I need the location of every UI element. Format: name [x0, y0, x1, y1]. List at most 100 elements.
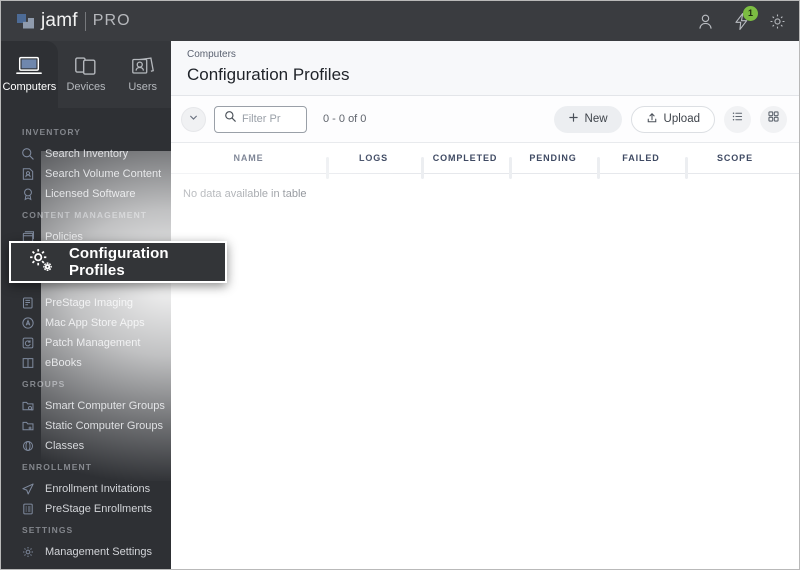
new-button-label: New	[584, 113, 608, 125]
clipboard-icon	[20, 502, 35, 517]
nav-group-enrollment-label: ENROLLMENT	[22, 462, 93, 472]
sidebar-item-ebooks[interactable]: eBooks	[1, 353, 171, 373]
license-badge-icon	[20, 187, 35, 202]
tab-computers[interactable]: Computers	[1, 41, 58, 108]
sidebar-item-static-computer-groups[interactable]: Static Computer Groups	[1, 416, 171, 436]
search-icon	[224, 110, 237, 128]
sidebar-item-label: Classes	[45, 440, 85, 452]
sidebar-item-label: Smart Computer Groups	[45, 400, 165, 412]
book-icon	[20, 356, 35, 371]
sidebar-item-label: Licensed Software	[45, 188, 136, 200]
upload-icon	[646, 112, 658, 127]
sidebar-item-patch-management[interactable]: Patch Management	[1, 333, 171, 353]
sidebar-item-smart-computer-groups[interactable]: Smart Computer Groups	[1, 396, 171, 416]
user-account-icon[interactable]	[696, 12, 715, 31]
jamf-pro-window: jamf PRO 1 Computers Devices Users INVEN…	[0, 0, 800, 570]
volume-content-icon	[20, 167, 35, 182]
patch-management-icon	[20, 336, 35, 351]
sidebar-item-label: Static Computer Groups	[45, 420, 163, 432]
brand-edition: PRO	[92, 12, 131, 29]
new-button[interactable]: New	[553, 105, 622, 133]
column-divider	[421, 157, 424, 179]
grid-view-button[interactable]	[760, 105, 787, 133]
search-input[interactable]	[242, 113, 297, 125]
content-toolbar: 0 - 0 of 0 New	[171, 96, 799, 143]
sidebar-context-tabs: Computers Devices Users	[1, 41, 171, 108]
jamf-pro-logo[interactable]: jamf PRO	[17, 10, 131, 32]
classes-icon	[20, 439, 35, 454]
notification-badge: 1	[743, 5, 758, 21]
prestage-imaging-icon	[20, 296, 35, 311]
column-header-name[interactable]: NAME	[171, 153, 326, 163]
column-divider	[509, 157, 512, 179]
app-store-icon	[20, 316, 35, 331]
table-empty-message: No data available in table	[183, 188, 307, 200]
upload-button[interactable]: Upload	[630, 105, 715, 133]
sidebar-item-label: PreStage Imaging	[45, 297, 134, 309]
settings-gear-icon[interactable]	[768, 12, 787, 31]
static-group-folder-icon	[20, 419, 35, 434]
callout-configuration-profiles[interactable]: Configuration Profiles	[9, 241, 227, 283]
sidebar-item-search-inventory[interactable]: Search Inventory	[1, 144, 171, 164]
users-cards-icon	[130, 56, 156, 76]
sidebar-navigation: INVENTORY Search Inventory Search Volume…	[1, 108, 171, 562]
tab-users[interactable]: Users	[114, 41, 171, 108]
list-view-button[interactable]	[724, 105, 751, 133]
upload-button-label: Upload	[663, 113, 700, 125]
main-content: Computers Configuration Profiles Filter …	[171, 41, 799, 569]
notifications-bolt-icon[interactable]: 1	[732, 5, 758, 31]
sidebar-item-label: eBooks	[45, 357, 82, 369]
sidebar-item-prestage-imaging[interactable]: PreStage Imaging	[1, 293, 171, 313]
sidebar-item-classes[interactable]: Classes	[1, 436, 171, 456]
tab-devices[interactable]: Devices	[58, 41, 115, 108]
gear-icon	[20, 545, 35, 560]
page-title: Configuration Profiles	[187, 65, 350, 84]
column-header-scope[interactable]: SCOPE	[685, 153, 785, 179]
sidebar-item-prestage-enrollments[interactable]: PreStage Enrollments	[1, 499, 171, 519]
brand-name: jamf	[41, 10, 78, 31]
sidebar-item-label: Search Volume Content	[45, 168, 162, 180]
tab-computers-label: Computers	[2, 81, 57, 93]
tab-users-label: Users	[128, 81, 158, 93]
column-header-completed[interactable]: COMPLETED	[421, 153, 509, 179]
sidebar-item-enrollment-invitations[interactable]: Enrollment Invitations	[1, 479, 171, 499]
gears-icon	[27, 246, 55, 279]
grid-view-icon	[767, 110, 780, 128]
breadcrumb[interactable]: Computers	[187, 49, 799, 60]
sidebar-item-mac-app-store-apps[interactable]: Mac App Store Apps	[1, 313, 171, 333]
laptop-icon	[16, 56, 43, 76]
column-divider	[326, 157, 329, 179]
topbar-actions: 1	[696, 5, 787, 31]
sidebar-item-label: Management Settings	[45, 546, 153, 558]
tab-devices-label: Devices	[66, 81, 106, 93]
smart-group-folder-icon	[20, 399, 35, 414]
sidebar-item-label: Enrollment Invitations	[45, 483, 151, 495]
nav-group-content-management-label: CONTENT MANAGEMENT	[22, 210, 148, 220]
expand-filters-button[interactable]	[181, 106, 206, 132]
sidebar-item-search-volume-content[interactable]: Search Volume Content	[1, 164, 171, 184]
column-divider	[597, 157, 600, 179]
result-count: 0 - 0 of 0	[323, 113, 367, 125]
plus-icon	[568, 112, 579, 126]
nav-group-settings-label: SETTINGS	[22, 525, 74, 535]
column-header-logs[interactable]: LOGS	[326, 153, 421, 179]
brand-divider	[84, 11, 86, 31]
jamf-logo-mark	[17, 13, 34, 29]
nav-group-inventory-label: INVENTORY	[22, 127, 82, 137]
sidebar-item-management-settings[interactable]: Management Settings	[1, 542, 171, 562]
filter-search-box[interactable]	[214, 105, 307, 133]
sidebar-item-label: Search Inventory	[45, 148, 129, 160]
column-divider	[685, 157, 688, 179]
nav-group-groups-label: GROUPS	[22, 379, 66, 389]
sidebar-item-licensed-software[interactable]: Licensed Software	[1, 184, 171, 204]
content-header: Computers Configuration Profiles	[171, 41, 799, 96]
table-header-row: NAME LOGS COMPLETED PENDING FAILED SCOPE	[171, 143, 799, 179]
column-header-pending[interactable]: PENDING	[509, 153, 597, 179]
callout-label: Configuration Profiles	[69, 245, 169, 279]
paper-plane-icon	[20, 482, 35, 497]
sidebar: Computers Devices Users INVENTORY Search…	[1, 41, 171, 569]
column-header-failed[interactable]: FAILED	[597, 153, 685, 179]
chevron-down-icon	[188, 110, 199, 128]
sidebar-item-label: PreStage Enrollments	[45, 503, 152, 515]
list-view-icon	[731, 110, 744, 128]
